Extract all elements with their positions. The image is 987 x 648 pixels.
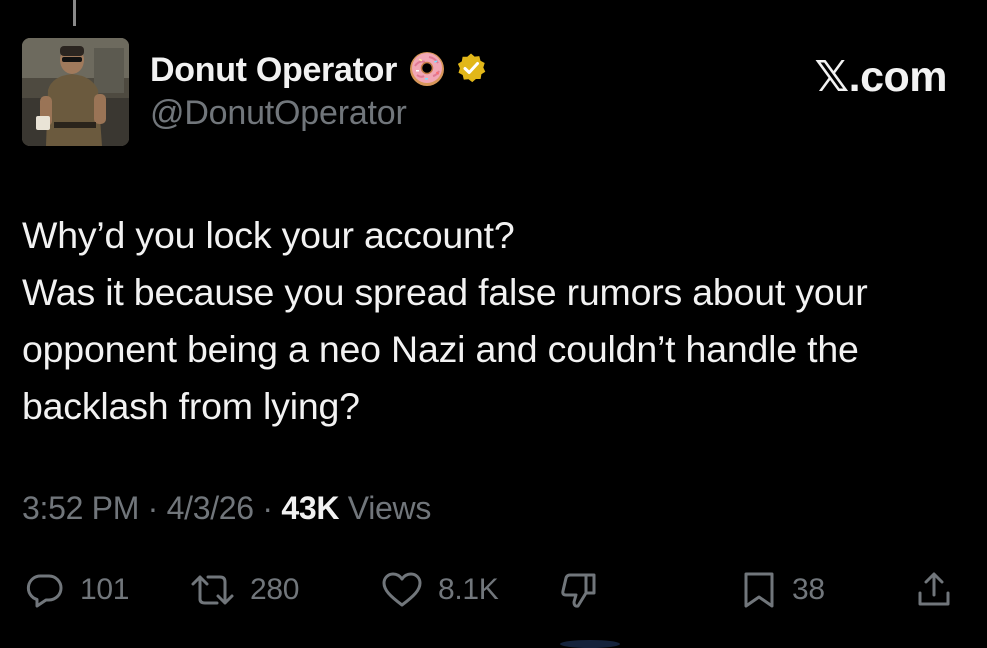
repost-button[interactable]: 280: [190, 560, 299, 620]
views-label[interactable]: Views: [339, 490, 432, 526]
tweet-line: Why’d you lock your account?: [22, 214, 515, 256]
repost-icon: [190, 569, 236, 611]
tweet-time[interactable]: 3:52 PM: [22, 490, 139, 526]
site-logo-label: 𝕏.com: [814, 53, 947, 101]
action-bar: 101 280 8.1K 38: [0, 560, 987, 620]
dislike-button[interactable]: [558, 560, 602, 620]
meta-separator: ·: [253, 490, 282, 526]
bookmark-button[interactable]: 38: [740, 560, 825, 620]
share-icon: [914, 569, 954, 611]
thread-connector-line: [73, 0, 76, 26]
avatar-photo: [22, 38, 129, 146]
bookmark-icon: [740, 569, 778, 611]
name-row: Donut Operator: [150, 50, 487, 90]
tweet-line: opponent being a neo Nazi and couldn’t h…: [22, 328, 859, 370]
like-count: 8.1K: [438, 573, 499, 606]
tweet-date[interactable]: 4/3/26: [167, 490, 254, 526]
tweet-line: Was it because you spread false rumors a…: [22, 271, 868, 313]
display-name[interactable]: Donut Operator: [150, 51, 397, 90]
like-button[interactable]: 8.1K: [380, 560, 499, 620]
meta-separator: ·: [139, 490, 167, 526]
user-header: Donut Operator @DonutOperator: [150, 50, 487, 133]
user-handle[interactable]: @DonutOperator: [150, 94, 487, 133]
avatar[interactable]: [22, 38, 129, 146]
share-button[interactable]: [914, 560, 954, 620]
repost-count: 280: [250, 573, 300, 606]
tweet-body: Why’d you lock your account? Was it beca…: [22, 207, 972, 435]
reply-count: 101: [80, 573, 130, 606]
tweet-metadata: 3:52 PM · 4/3/26 · 43K Views: [22, 490, 431, 527]
views-count[interactable]: 43K: [281, 490, 339, 526]
reply-icon: [24, 569, 66, 611]
dislike-icon: [558, 569, 602, 611]
donut-icon: [397, 48, 447, 93]
tweet-line: backlash from lying?: [22, 385, 360, 427]
bookmark-count: 38: [792, 573, 825, 606]
bottom-indicator: [560, 640, 620, 648]
reply-button[interactable]: 101: [24, 560, 129, 620]
verified-badge-icon[interactable]: [447, 52, 487, 89]
like-icon: [380, 569, 424, 611]
